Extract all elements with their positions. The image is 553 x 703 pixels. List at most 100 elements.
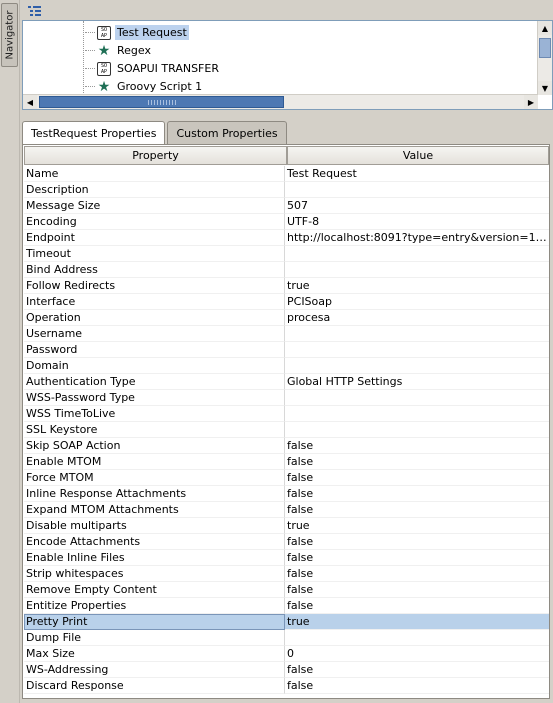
property-value-cell[interactable]: [285, 406, 549, 422]
table-row[interactable]: WSS-Password Type: [24, 390, 549, 406]
table-row[interactable]: Name Test Request: [24, 166, 549, 182]
property-value-cell[interactable]: false: [285, 550, 549, 566]
property-value-cell[interactable]: false: [285, 502, 549, 518]
table-row[interactable]: SSL Keystore: [24, 422, 549, 438]
property-value-cell[interactable]: false: [285, 470, 549, 486]
table-row[interactable]: Username: [24, 326, 549, 342]
property-value-cell[interactable]: [285, 182, 549, 198]
scroll-right-icon[interactable]: ▶: [524, 95, 538, 109]
property-value-cell[interactable]: [285, 246, 549, 262]
table-row[interactable]: Disable multiparts true: [24, 518, 549, 534]
scroll-left-icon[interactable]: ◀: [23, 95, 37, 109]
table-row[interactable]: Encode Attachments false: [24, 534, 549, 550]
tree-horizontal-scrollbar[interactable]: ◀ ▶: [23, 94, 538, 109]
property-name-cell: SSL Keystore: [24, 422, 285, 438]
property-value-cell[interactable]: false: [285, 534, 549, 550]
table-row[interactable]: Interface PCISoap: [24, 294, 549, 310]
property-value-cell[interactable]: 0: [285, 646, 549, 662]
table-row[interactable]: Strip whitespaces false: [24, 566, 549, 582]
property-name-cell: Endpoint: [24, 230, 285, 246]
property-value-cell[interactable]: Global HTTP Settings: [285, 374, 549, 390]
table-row[interactable]: Message Size 507: [24, 198, 549, 214]
table-row[interactable]: WS-Addressing false: [24, 662, 549, 678]
table-row[interactable]: Domain: [24, 358, 549, 374]
property-value-cell[interactable]: false: [285, 438, 549, 454]
scroll-down-icon[interactable]: ▼: [538, 81, 552, 95]
table-row[interactable]: Enable Inline Files false: [24, 550, 549, 566]
property-value-cell[interactable]: [285, 358, 549, 374]
column-header-value[interactable]: Value: [287, 146, 549, 165]
property-name-cell: Dump File: [24, 630, 285, 646]
table-row[interactable]: Expand MTOM Attachments false: [24, 502, 549, 518]
property-value-cell[interactable]: false: [285, 598, 549, 614]
property-name-cell: Name: [24, 166, 285, 182]
scroll-up-icon[interactable]: ▲: [538, 21, 552, 35]
navigator-tab[interactable]: Navigator: [1, 3, 18, 67]
property-value-cell[interactable]: http://localhost:8091?type=entry&version…: [285, 230, 549, 246]
table-row[interactable]: Dump File: [24, 630, 549, 646]
property-value-cell[interactable]: procesa: [285, 310, 549, 326]
table-row[interactable]: Discard Response false: [24, 678, 549, 694]
vertical-scroll-thumb[interactable]: [539, 38, 551, 58]
property-value-cell[interactable]: 507: [285, 198, 549, 214]
table-row[interactable]: Remove Empty Content false: [24, 582, 549, 598]
property-value-cell[interactable]: true: [285, 278, 549, 294]
tree-item[interactable]: ★ Groovy Script 1: [85, 78, 204, 95]
tree-item-label: Regex: [117, 44, 151, 57]
property-value-cell[interactable]: false: [285, 582, 549, 598]
property-value-cell[interactable]: UTF-8: [285, 214, 549, 230]
property-value-cell[interactable]: false: [285, 454, 549, 470]
table-row[interactable]: Endpoint http://localhost:8091?type=entry…: [24, 230, 549, 246]
tree-item[interactable]: SO AP SOAPUI TRANSFER: [85, 60, 221, 77]
table-row[interactable]: Skip SOAP Action false: [24, 438, 549, 454]
column-header-property[interactable]: Property: [24, 146, 287, 165]
table-row[interactable]: Password: [24, 342, 549, 358]
tree-vertical-scrollbar[interactable]: ▲ ▼: [537, 21, 552, 95]
table-row[interactable]: Enable MTOM false: [24, 454, 549, 470]
property-value-cell[interactable]: false: [285, 486, 549, 502]
property-value-cell[interactable]: [285, 326, 549, 342]
table-row[interactable]: Encoding UTF-8: [24, 214, 549, 230]
property-name-cell: Discard Response: [24, 678, 285, 694]
property-value-cell[interactable]: false: [285, 678, 549, 694]
tab-testrequest-properties[interactable]: TestRequest Properties: [22, 121, 166, 145]
property-name-cell: Enable Inline Files: [24, 550, 285, 566]
property-name-cell: Operation: [24, 310, 285, 326]
tree-item[interactable]: SO AP Test Request: [85, 24, 189, 41]
table-row[interactable]: WSS TimeToLive: [24, 406, 549, 422]
property-name-cell: Follow Redirects: [24, 278, 285, 294]
table-row[interactable]: Entitize Properties false: [24, 598, 549, 614]
property-name-cell: Enable MTOM: [24, 454, 285, 470]
tab-custom-properties[interactable]: Custom Properties: [167, 121, 287, 144]
property-value-cell[interactable]: PCISoap: [285, 294, 549, 310]
table-row[interactable]: Bind Address: [24, 262, 549, 278]
tree-view-icon[interactable]: [28, 5, 42, 17]
property-value-cell[interactable]: [285, 342, 549, 358]
table-row[interactable]: Description: [24, 182, 549, 198]
property-value-cell[interactable]: false: [285, 566, 549, 582]
properties-table: Property Value Name Test Request Descripti…: [22, 144, 550, 699]
property-value-cell[interactable]: true: [285, 518, 549, 534]
navigator-tree-panel: SO AP Test Request ★ Regex SO AP SOAPUI TR…: [20, 0, 553, 113]
property-name-cell: Domain: [24, 358, 285, 374]
property-value-cell[interactable]: Test Request: [285, 166, 549, 182]
table-row[interactable]: Max Size 0: [24, 646, 549, 662]
property-name-cell: Inline Response Attachments: [24, 486, 285, 502]
table-row[interactable]: Authentication Type Global HTTP Settings: [24, 374, 549, 390]
property-name-cell: Timeout: [24, 246, 285, 262]
table-row[interactable]: Inline Response Attachments false: [24, 486, 549, 502]
table-row[interactable]: Force MTOM false: [24, 470, 549, 486]
table-row[interactable]: Pretty Print true: [24, 614, 549, 630]
table-row[interactable]: Follow Redirects true: [24, 278, 549, 294]
property-value-cell[interactable]: [285, 390, 549, 406]
horizontal-scroll-thumb[interactable]: [39, 96, 284, 108]
property-value-cell[interactable]: [285, 262, 549, 278]
property-value-cell[interactable]: [285, 630, 549, 646]
tree-view: SO AP Test Request ★ Regex SO AP SOAPUI TR…: [22, 20, 553, 110]
property-value-cell[interactable]: [285, 422, 549, 438]
tree-item[interactable]: ★ Regex: [85, 42, 153, 59]
property-value-cell[interactable]: false: [285, 662, 549, 678]
table-row[interactable]: Operation procesa: [24, 310, 549, 326]
property-value-cell[interactable]: true: [285, 614, 549, 630]
table-row[interactable]: Timeout: [24, 246, 549, 262]
